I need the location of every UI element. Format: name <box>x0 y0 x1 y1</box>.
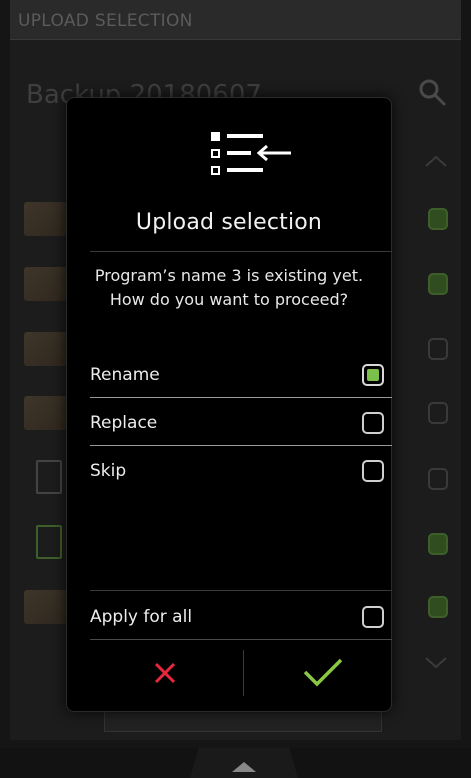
upload-selection-dialog: Upload selection Program’s name 3 is exi… <box>66 97 392 712</box>
scroll-up-icon[interactable] <box>424 154 448 168</box>
confirm-button[interactable] <box>281 650 365 696</box>
program-thumbnail <box>24 590 68 624</box>
apply-for-all-checkbox[interactable] <box>362 606 384 628</box>
option-label: Rename <box>90 365 160 385</box>
background-checkbox <box>428 468 448 490</box>
option-apply-for-all[interactable]: Apply for all <box>90 592 392 640</box>
skip-checkbox[interactable] <box>362 460 384 482</box>
divider <box>243 650 244 696</box>
background-checkbox <box>428 533 448 555</box>
divider <box>90 251 392 252</box>
drawer-up-arrow-icon <box>232 762 256 772</box>
document-icon <box>36 525 62 559</box>
search-icon[interactable] <box>418 78 446 106</box>
dialog-message-line2: How do you want to proceed? <box>109 290 349 309</box>
dialog-title: Upload selection <box>135 210 323 235</box>
background-checkbox <box>428 338 448 360</box>
scroll-down-icon[interactable] <box>424 656 448 670</box>
checkmark-icon <box>303 658 343 687</box>
option-rename[interactable]: Rename <box>90 350 392 398</box>
background-checkbox <box>428 208 448 230</box>
background-action-bar <box>104 710 382 732</box>
replace-checkbox[interactable] <box>362 412 384 434</box>
background-checkbox <box>428 402 448 424</box>
option-label: Apply for all <box>90 607 193 627</box>
background-checkbox <box>428 273 448 295</box>
program-thumbnail <box>24 332 68 366</box>
divider <box>90 590 392 591</box>
program-thumbnail <box>24 267 68 301</box>
background-checkbox <box>428 596 448 618</box>
cancel-button[interactable] <box>123 654 207 694</box>
option-skip[interactable]: Skip <box>90 446 392 494</box>
screen-title-bar: UPLOAD SELECTION <box>10 0 461 40</box>
option-replace[interactable]: Replace <box>90 398 392 446</box>
dialog-actions <box>67 640 391 710</box>
option-label: Skip <box>90 461 127 481</box>
program-thumbnail <box>24 202 68 236</box>
option-label: Replace <box>90 413 158 433</box>
dialog-message-line1: Program’s name 3 is existing yet. <box>94 266 364 285</box>
close-icon <box>154 662 176 684</box>
upload-list-icon <box>211 132 291 175</box>
document-icon <box>36 460 62 494</box>
program-thumbnail <box>24 396 68 430</box>
rename-checkbox[interactable] <box>362 364 384 386</box>
screen-title: UPLOAD SELECTION <box>18 11 193 31</box>
